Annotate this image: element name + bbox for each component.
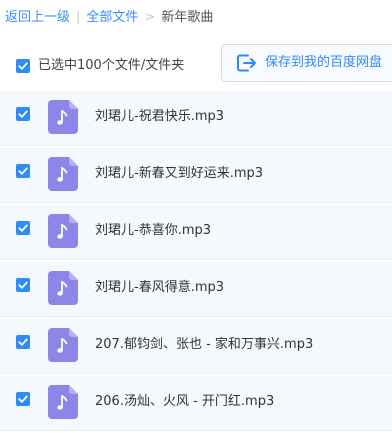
file-checkbox[interactable]	[16, 392, 30, 406]
breadcrumb-separator: |	[76, 10, 81, 25]
file-name[interactable]: 刘珺儿-新春又到好运来.mp3	[95, 164, 263, 184]
file-checkbox[interactable]	[16, 221, 30, 235]
file-name[interactable]: 刘珺儿-祝君快乐.mp3	[95, 107, 224, 127]
file-row[interactable]: 刘珺儿-恭喜你.mp3	[0, 205, 392, 260]
save-button-label: 保存到我的百度网盘	[265, 55, 383, 70]
file-name[interactable]: 207.郁钧剑、张也 - 家和万事兴.mp3	[95, 335, 313, 355]
file-name[interactable]: 206.汤灿、火风 - 开门红.mp3	[95, 392, 274, 412]
checkmark-icon	[18, 224, 28, 232]
music-file-icon	[48, 271, 78, 305]
save-to-drive-icon	[237, 54, 256, 72]
file-row[interactable]: 刘珺儿-新春又到好运来.mp3	[0, 148, 392, 203]
current-folder: 新年歌曲	[161, 10, 214, 25]
file-checkbox[interactable]	[16, 335, 30, 349]
selection-count-label: 已选中100个文件/文件夹	[38, 58, 185, 73]
checkmark-icon	[18, 62, 28, 70]
file-checkbox[interactable]	[16, 278, 30, 292]
checkmark-icon	[18, 395, 28, 403]
file-checkbox[interactable]	[16, 107, 30, 121]
checkmark-icon	[18, 281, 28, 289]
breadcrumb: 返回上一级 | 全部文件 > 新年歌曲	[5, 8, 213, 28]
music-file-icon	[48, 214, 78, 248]
music-file-icon	[48, 157, 78, 191]
music-file-icon	[48, 385, 78, 419]
checkmark-icon	[18, 167, 28, 175]
music-file-icon	[48, 100, 78, 134]
save-to-drive-button[interactable]: 保存到我的百度网盘	[221, 44, 392, 82]
file-row[interactable]: 206.汤灿、火风 - 开门红.mp3	[0, 376, 392, 431]
selection-toolbar: 已选中100个文件/文件夹 保存到我的百度网盘	[0, 41, 392, 92]
music-file-icon	[48, 328, 78, 362]
back-link[interactable]: 返回上一级	[5, 10, 70, 25]
file-row[interactable]: 刘珺儿-春风得意.mp3	[0, 262, 392, 317]
file-checkbox[interactable]	[16, 164, 30, 178]
select-all-checkbox[interactable]	[16, 59, 30, 73]
file-row[interactable]: 刘珺儿-祝君快乐.mp3	[0, 91, 392, 146]
file-name[interactable]: 刘珺儿-春风得意.mp3	[95, 278, 224, 298]
file-row[interactable]: 207.郁钧剑、张也 - 家和万事兴.mp3	[0, 319, 392, 374]
checkmark-icon	[18, 338, 28, 346]
checkmark-icon	[18, 110, 28, 118]
breadcrumb-arrow: >	[144, 10, 156, 25]
file-list: 刘珺儿-祝君快乐.mp3 刘珺儿-新春又到好运来.mp3 刘珺儿-恭喜你.mp3	[0, 91, 392, 433]
all-files-link[interactable]: 全部文件	[86, 10, 138, 25]
file-name[interactable]: 刘珺儿-恭喜你.mp3	[95, 221, 211, 241]
